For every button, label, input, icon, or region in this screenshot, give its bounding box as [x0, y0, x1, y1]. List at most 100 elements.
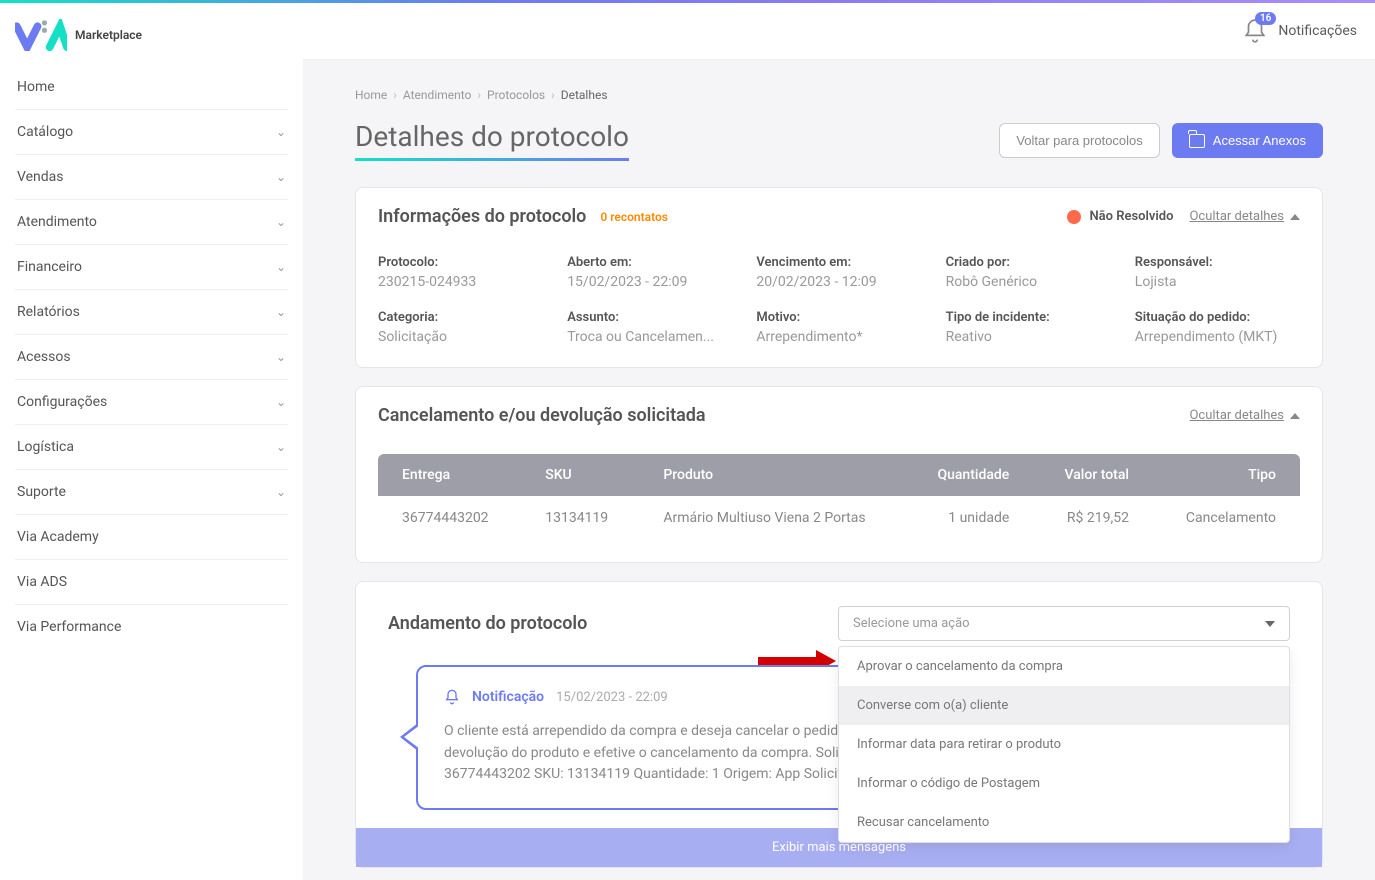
info-field: Tipo de incidente:Reativo — [946, 310, 1111, 345]
progress-title: Andamento do protocolo — [388, 613, 587, 634]
cancellation-card: Cancelamento e/ou devolução solicitada O… — [355, 386, 1323, 563]
table-header: Valor total — [1033, 454, 1153, 496]
notifications-button[interactable]: 16 Notificações — [1242, 18, 1357, 44]
chevron-down-icon: ⌄ — [276, 440, 286, 454]
info-value: 230215-024933 — [378, 274, 543, 290]
dropdown-option[interactable]: Informar o código de Postagem — [839, 764, 1289, 803]
sidebar-item-acessos[interactable]: Acessos⌄ — [15, 335, 288, 380]
page-title: Detalhes do protocolo — [355, 120, 629, 161]
table-header: Produto — [639, 454, 905, 496]
back-to-protocols-button[interactable]: Voltar para protocolos — [999, 123, 1159, 158]
chevron-down-icon: ⌄ — [276, 485, 286, 499]
dropdown-option[interactable]: Converse com o(a) cliente — [839, 686, 1289, 725]
chevron-down-icon: ⌄ — [276, 395, 286, 409]
info-field: Responsável:Lojista — [1135, 255, 1300, 290]
dropdown-option[interactable]: Recusar cancelamento — [839, 803, 1289, 842]
dropdown-option[interactable]: Informar data para retirar o produto — [839, 725, 1289, 764]
sidebar-item-financeiro[interactable]: Financeiro⌄ — [15, 245, 288, 290]
table-header: Quantidade — [906, 454, 1034, 496]
recontatos-count: 0 recontatos — [600, 210, 668, 224]
sidebar-item-vendas[interactable]: Vendas ⌄ — [15, 155, 288, 200]
nav: Home Catálogo ⌄ Vendas ⌄ Atendimento ⌄ Financei… — [15, 65, 288, 649]
nav-label: Catálogo — [17, 124, 73, 140]
action-select[interactable]: Selecione uma ação — [838, 606, 1290, 641]
chevron-down-icon: ⌄ — [276, 350, 286, 364]
nav-label: Via ADS — [17, 574, 67, 590]
nav-label: Configurações — [17, 394, 107, 410]
info-label: Categoria: — [378, 310, 543, 325]
table-cell: Cancelamento — [1153, 496, 1300, 540]
notif-badge: 16 — [1255, 12, 1276, 25]
protocol-info-card: Informações do protocolo 0 recontatos Nã… — [355, 187, 1323, 368]
info-field: Assunto:Troca ou Cancelamen... — [567, 310, 732, 345]
info-field: Protocolo: 230215-024933 — [378, 255, 543, 290]
bell-icon — [444, 689, 460, 705]
breadcrumb-item[interactable]: Atendimento — [403, 88, 472, 102]
toggle-text: Ocultar detalhes — [1189, 209, 1284, 224]
sidebar-item-atendimento[interactable]: Atendimento ⌄ — [15, 200, 288, 245]
info-field: Categoria:Solicitação — [378, 310, 543, 345]
info-value: Arrependimento* — [756, 329, 921, 345]
chevron-down-icon: ⌄ — [276, 215, 286, 229]
toggle-text: Ocultar detalhes — [1189, 408, 1284, 423]
info-field: Aberto em:15/02/2023 - 22:09 — [567, 255, 732, 290]
info-label: Responsável: — [1135, 255, 1300, 270]
caret-up-icon — [1290, 214, 1300, 220]
nav-label: Logística — [17, 439, 74, 455]
info-field: Motivo:Arrependimento* — [756, 310, 921, 345]
info-label: Aberto em: — [567, 255, 732, 270]
notif-label: Notificações — [1278, 23, 1357, 39]
info-label: Vencimento em: — [756, 255, 921, 270]
chevron-down-icon: ⌄ — [276, 305, 286, 319]
info-value: Arrependimento (MKT) — [1135, 329, 1300, 345]
caret-up-icon — [1290, 413, 1300, 419]
folder-icon — [1189, 134, 1205, 148]
cancellation-table: EntregaSKUProdutoQuantidadeValor totalTi… — [378, 454, 1300, 540]
chevron-right-icon: › — [477, 88, 481, 102]
action-select-wrapper: Selecione uma ação Aprovar o cancelament… — [838, 606, 1290, 641]
status-badge: Não Resolvido — [1067, 209, 1173, 224]
hide-details-toggle[interactable]: Ocultar detalhes — [1189, 209, 1300, 224]
access-attachments-button[interactable]: Acessar Anexos — [1172, 123, 1323, 158]
dropdown-option[interactable]: Aprovar o cancelamento da compra — [839, 647, 1289, 686]
cancel-card-title: Cancelamento e/ou devolução solicitada — [378, 405, 706, 426]
nav-label: Home — [17, 79, 55, 95]
table-header: Entrega — [378, 454, 521, 496]
table-cell: 1 unidade — [906, 496, 1034, 540]
info-label: Tipo de incidente: — [946, 310, 1111, 325]
info-label: Criado por: — [946, 255, 1111, 270]
breadcrumb-item[interactable]: Home — [355, 88, 387, 102]
bell-icon: 16 — [1242, 18, 1268, 44]
nav-label: Via Performance — [17, 619, 121, 635]
breadcrumb-item[interactable]: Protocolos — [487, 88, 545, 102]
sidebar-item-logística[interactable]: Logística ⌄ — [15, 425, 288, 470]
sidebar-item-via-academy[interactable]: Via Academy — [15, 515, 288, 560]
sidebar-item-home[interactable]: Home — [15, 65, 288, 110]
chevron-down-icon: ⌄ — [276, 125, 286, 139]
info-card-title: Informações do protocolo — [378, 206, 586, 227]
sidebar-item-relatórios[interactable]: Relatórios⌄ — [15, 290, 288, 335]
sidebar-item-via-ads[interactable]: Via ADS — [15, 560, 288, 605]
chevron-down-icon — [1265, 621, 1275, 627]
select-placeholder: Selecione uma ação — [853, 616, 970, 631]
nav-label: Via Academy — [17, 529, 99, 545]
info-field: Vencimento em:20/02/2023 - 12:09 — [756, 255, 921, 290]
nav-label: Vendas — [17, 169, 64, 185]
info-field: Situação do pedido:Arrependimento (MKT) — [1135, 310, 1300, 345]
hide-details-toggle-2[interactable]: Ocultar detalhes — [1189, 408, 1300, 423]
sidebar-item-catálogo[interactable]: Catálogo ⌄ — [15, 110, 288, 155]
nav-label: Atendimento — [17, 214, 97, 230]
attachments-label: Acessar Anexos — [1213, 133, 1306, 148]
info-label: Protocolo: — [378, 255, 543, 270]
message-date: 15/02/2023 - 22:09 — [556, 690, 668, 705]
sidebar-item-suporte[interactable]: Suporte ⌄ — [15, 470, 288, 515]
table-cell: 13134119 — [521, 496, 639, 540]
message-tag: Notificação — [472, 689, 544, 705]
nav-label: Financeiro — [17, 259, 82, 275]
sidebar-item-configurações[interactable]: Configurações ⌄ — [15, 380, 288, 425]
nav-label: Suporte — [17, 484, 66, 500]
info-label: Assunto: — [567, 310, 732, 325]
sidebar-item-via-performance[interactable]: Via Performance — [15, 605, 288, 649]
table-cell: Armário Multiuso Viena 2 Portas — [639, 496, 905, 540]
chevron-down-icon: ⌄ — [276, 170, 286, 184]
